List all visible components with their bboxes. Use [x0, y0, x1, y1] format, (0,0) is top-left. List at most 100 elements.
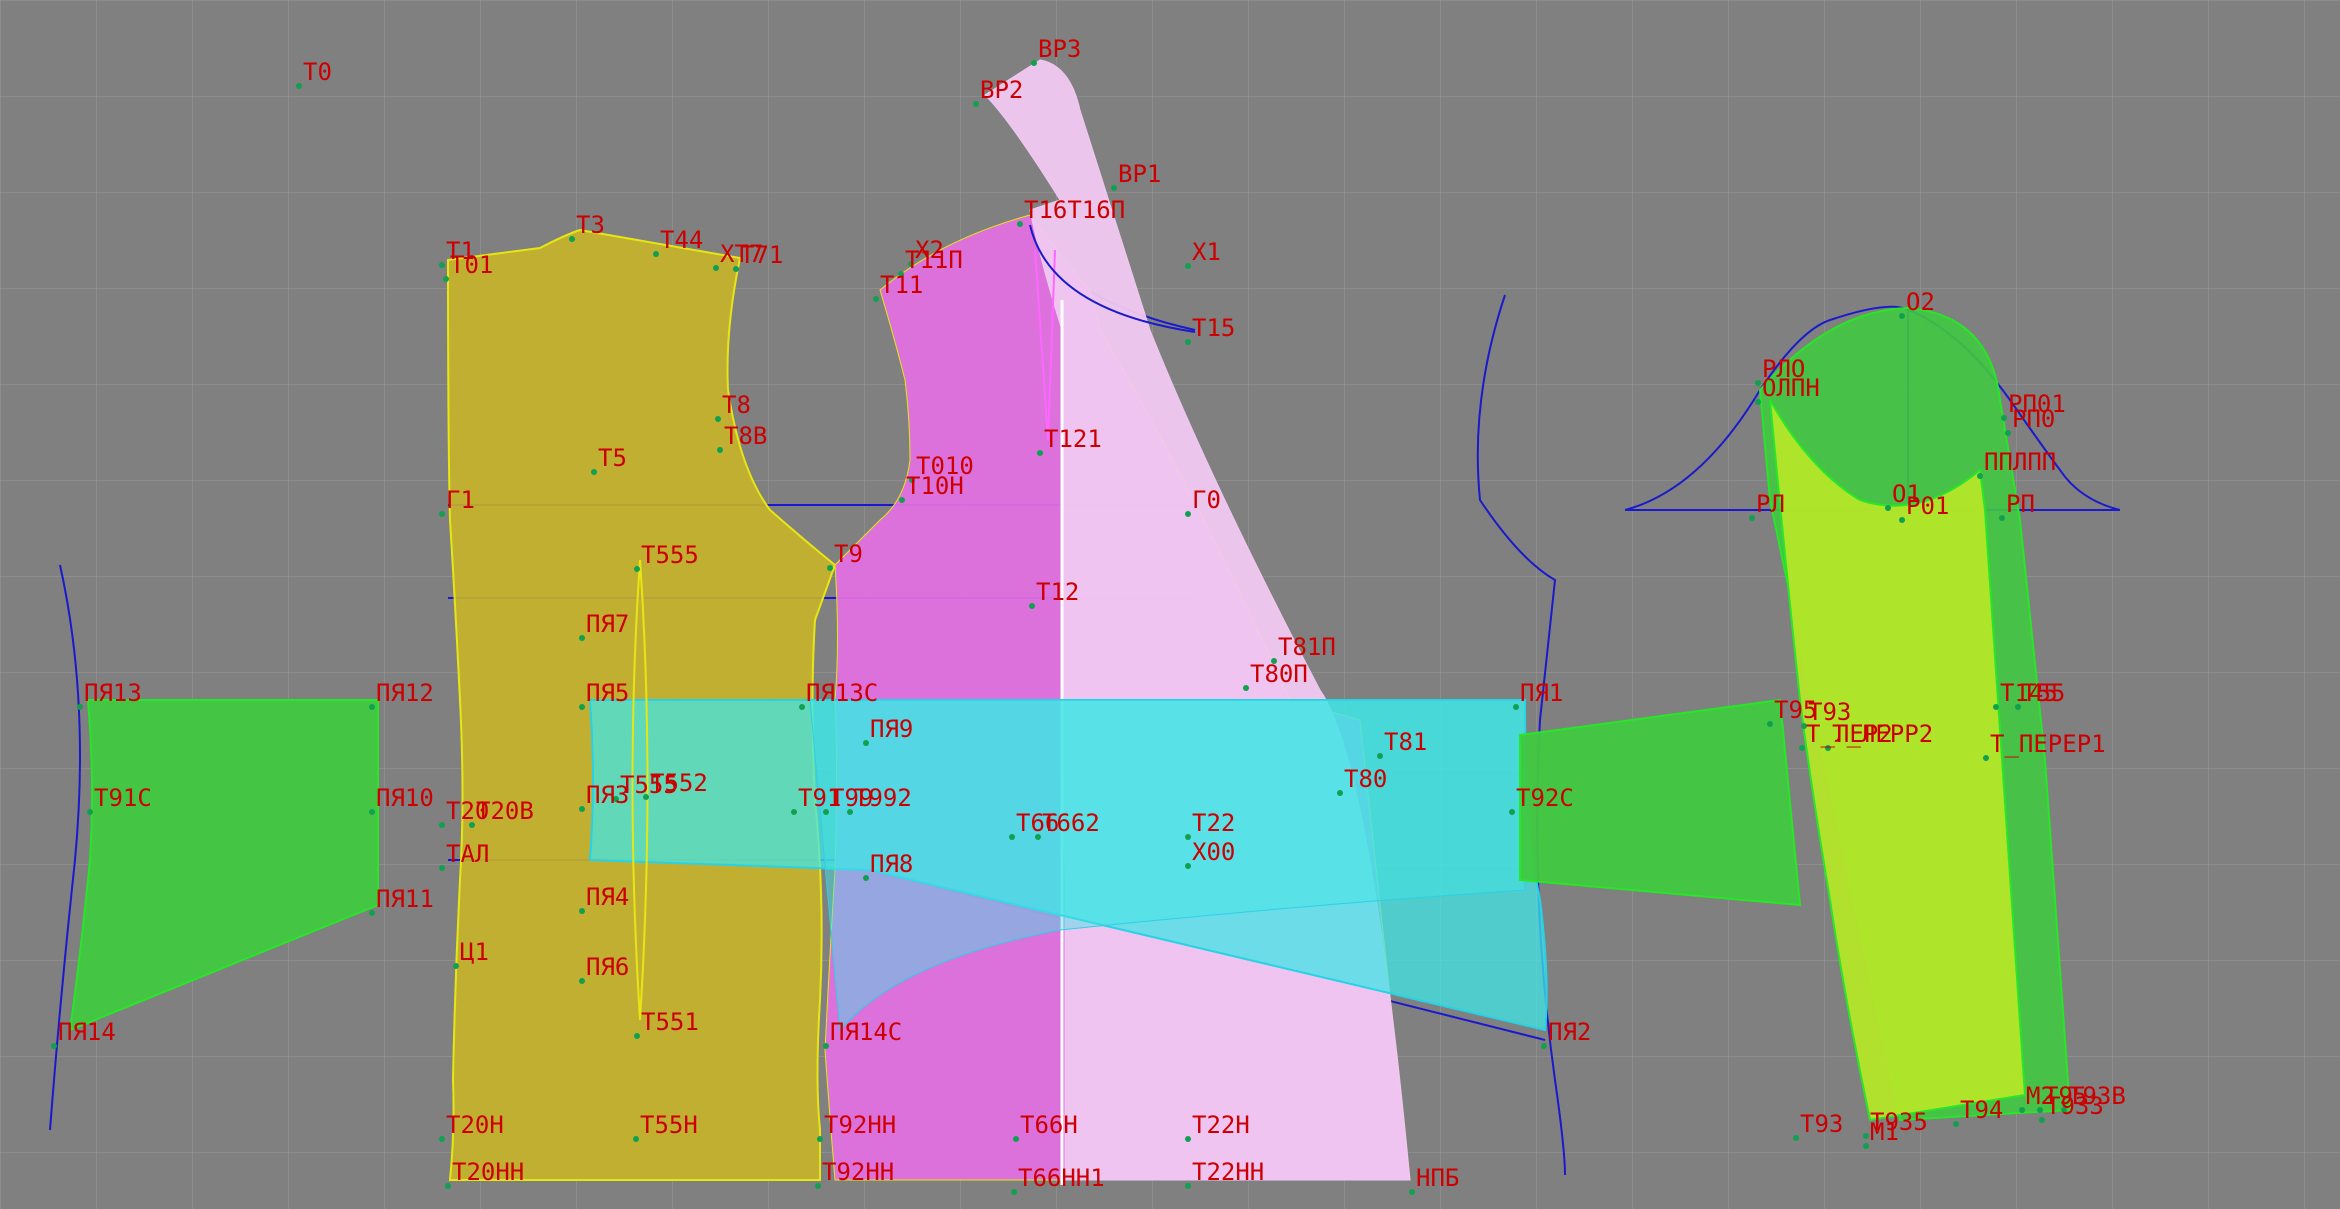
point-marker[interactable] — [77, 704, 83, 710]
point-marker[interactable] — [1993, 704, 1999, 710]
point-marker[interactable] — [1011, 1189, 1017, 1195]
point-marker[interactable] — [579, 704, 585, 710]
point-marker[interactable] — [1863, 1143, 1869, 1149]
point-label: ПЯ11 — [376, 885, 434, 913]
point-marker[interactable] — [579, 908, 585, 914]
point-marker[interactable] — [296, 83, 302, 89]
point-marker[interactable] — [51, 1043, 57, 1049]
point-marker[interactable] — [439, 262, 445, 268]
point-marker[interactable] — [653, 251, 659, 257]
point-label: Т22 — [1192, 809, 1235, 837]
point-marker[interactable] — [369, 809, 375, 815]
point-label: ПЯ2 — [1548, 1018, 1591, 1046]
point-marker[interactable] — [453, 963, 459, 969]
point-marker[interactable] — [1793, 1135, 1799, 1141]
point-marker[interactable] — [1337, 790, 1343, 796]
point-marker[interactable] — [1799, 745, 1805, 751]
point-marker[interactable] — [1029, 603, 1035, 609]
point-marker[interactable] — [1185, 1183, 1191, 1189]
point-marker[interactable] — [873, 296, 879, 302]
point-marker[interactable] — [817, 1136, 823, 1142]
point-marker[interactable] — [1243, 685, 1249, 691]
point-marker[interactable] — [863, 740, 869, 746]
point-marker[interactable] — [369, 910, 375, 916]
point-marker[interactable] — [1953, 1121, 1959, 1127]
point-marker[interactable] — [634, 566, 640, 572]
point-marker[interactable] — [815, 1183, 821, 1189]
point-marker[interactable] — [791, 809, 797, 815]
point-marker[interactable] — [1185, 1136, 1191, 1142]
point-marker[interactable] — [1509, 809, 1515, 815]
point-marker[interactable] — [1009, 834, 1015, 840]
point-marker[interactable] — [1031, 60, 1037, 66]
point-marker[interactable] — [2001, 415, 2007, 421]
pattern-canvas[interactable]: Т0ВР3ВР2ВР1Т16Т16ПХ1Х2Т11ПТ11Т15Т1Т01Т3Т… — [0, 0, 2340, 1209]
point-marker[interactable] — [1185, 834, 1191, 840]
point-marker[interactable] — [1111, 185, 1117, 191]
point-marker[interactable] — [1999, 515, 2005, 521]
point-marker[interactable] — [1377, 753, 1383, 759]
point-marker[interactable] — [1863, 1133, 1869, 1139]
point-marker[interactable] — [2039, 1117, 2045, 1123]
point-marker[interactable] — [1755, 380, 1761, 386]
point-marker[interactable] — [2019, 1107, 2025, 1113]
point-marker[interactable] — [717, 447, 723, 453]
point-marker[interactable] — [973, 101, 979, 107]
point-marker[interactable] — [713, 265, 719, 271]
point-marker[interactable] — [1185, 339, 1191, 345]
point-marker[interactable] — [1185, 863, 1191, 869]
point-label: Т8В — [724, 422, 767, 450]
point-marker[interactable] — [1513, 704, 1519, 710]
point-marker[interactable] — [445, 1183, 451, 1189]
point-label: Т93 — [1800, 1110, 1843, 1138]
point-marker[interactable] — [87, 809, 93, 815]
point-marker[interactable] — [2005, 430, 2011, 436]
point-marker[interactable] — [1017, 221, 1023, 227]
point-label: Т81П — [1278, 633, 1336, 661]
point-marker[interactable] — [633, 1136, 639, 1142]
point-marker[interactable] — [439, 511, 445, 517]
point-marker[interactable] — [827, 565, 833, 571]
point-label: Т10Н — [906, 472, 964, 500]
point-label: Т01 — [450, 251, 493, 279]
point-marker[interactable] — [569, 236, 575, 242]
point-marker[interactable] — [1885, 505, 1891, 511]
point-marker[interactable] — [439, 865, 445, 871]
point-label: ППЛПП — [1984, 448, 2056, 476]
pattern-workspace[interactable]: Т0 ВР3 ВР2 ВР1 Т16Т16П Х1 Х2 Т11П Т11 Т15 Т1 Т01 Т3 Т… — [0, 0, 2340, 1209]
point-marker[interactable] — [1977, 473, 1983, 479]
point-label: Т0 — [303, 58, 332, 86]
point-marker[interactable] — [439, 1136, 445, 1142]
point-marker[interactable] — [1749, 515, 1755, 521]
point-marker[interactable] — [1899, 313, 1905, 319]
point-marker[interactable] — [1013, 1136, 1019, 1142]
point-label: Р01 — [1906, 492, 1949, 520]
point-marker[interactable] — [1185, 263, 1191, 269]
point-label: Т44 — [660, 226, 703, 254]
point-marker[interactable] — [579, 978, 585, 984]
point-label: Т_ПЕРЕР1 — [1990, 730, 2106, 758]
point-label: Т20В — [476, 797, 534, 825]
point-marker[interactable] — [1755, 399, 1761, 405]
point-marker[interactable] — [579, 806, 585, 812]
point-marker[interactable] — [1767, 721, 1773, 727]
point-label: Т66Н — [1020, 1111, 1078, 1139]
point-marker[interactable] — [715, 416, 721, 422]
point-label: Т81 — [1384, 728, 1427, 756]
point-marker[interactable] — [1541, 1043, 1547, 1049]
point-marker[interactable] — [823, 1043, 829, 1049]
point-marker[interactable] — [1037, 450, 1043, 456]
point-marker[interactable] — [799, 704, 805, 710]
point-marker[interactable] — [439, 822, 445, 828]
point-marker[interactable] — [1185, 511, 1191, 517]
point-marker[interactable] — [1409, 1189, 1415, 1195]
point-marker[interactable] — [579, 635, 585, 641]
point-marker[interactable] — [369, 704, 375, 710]
point-marker[interactable] — [443, 276, 449, 282]
point-marker[interactable] — [591, 469, 597, 475]
point-marker[interactable] — [899, 497, 905, 503]
point-marker[interactable] — [1983, 755, 1989, 761]
point-marker[interactable] — [863, 875, 869, 881]
point-marker[interactable] — [1899, 517, 1905, 523]
point-marker[interactable] — [634, 1033, 640, 1039]
